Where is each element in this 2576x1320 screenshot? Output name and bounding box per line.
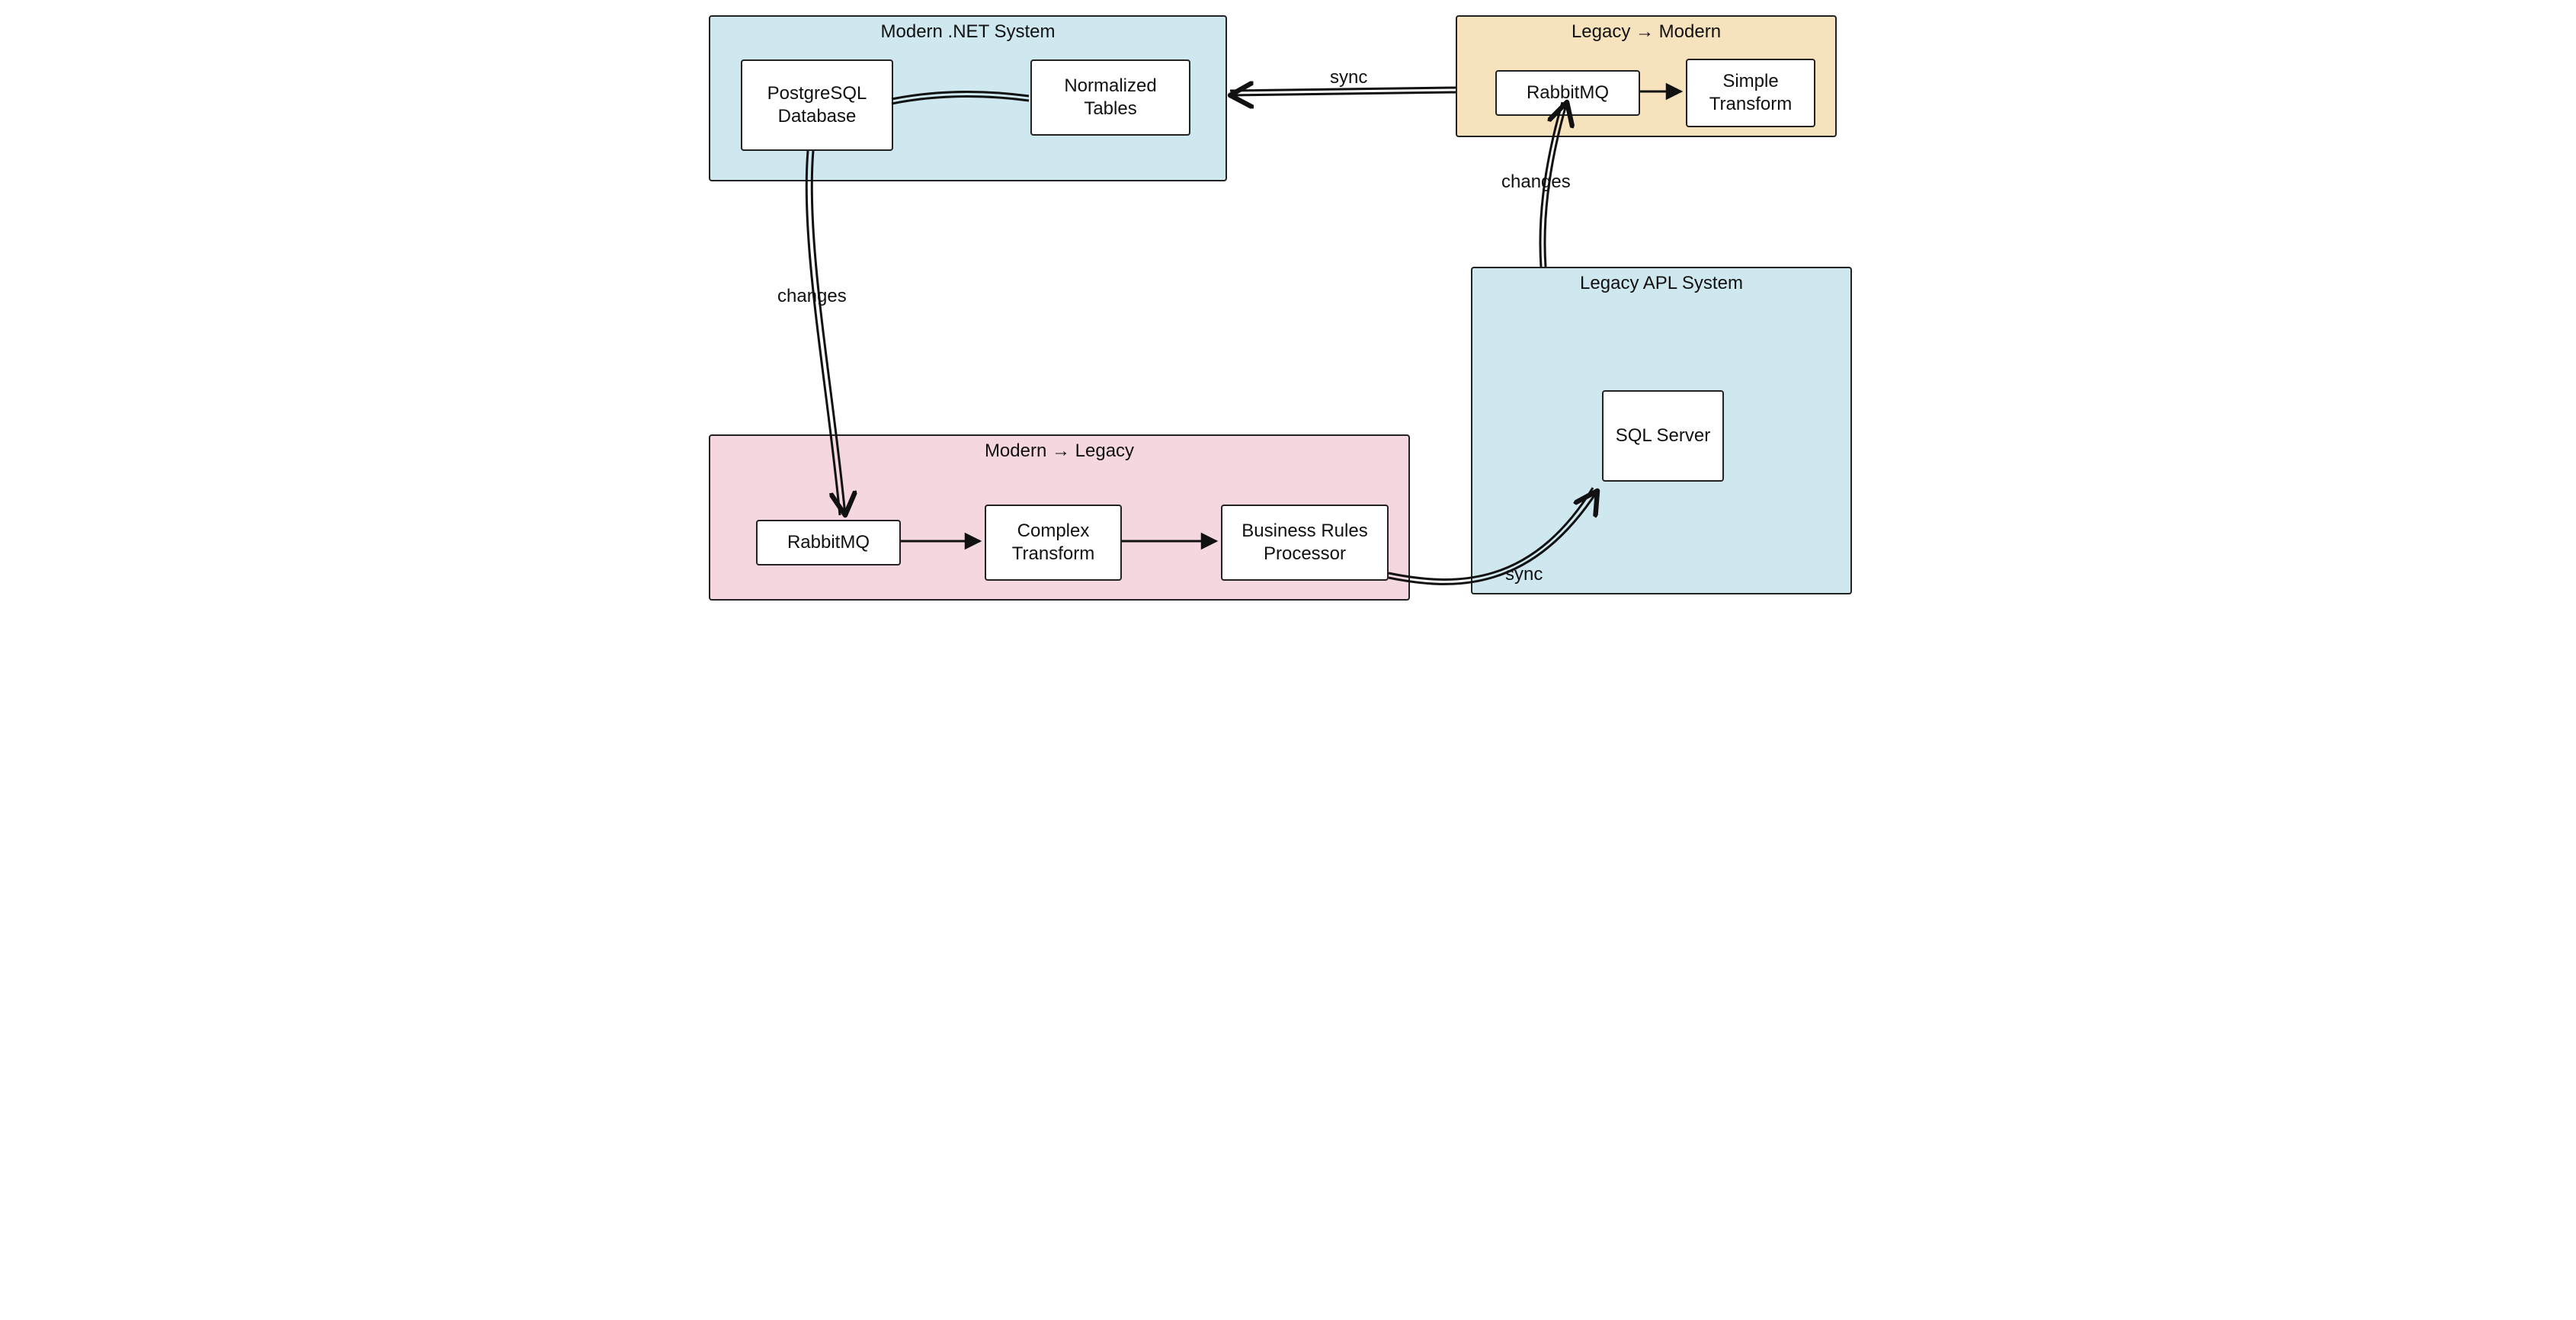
group-legacy-apl: Legacy APL System SQL Server [1471,267,1852,594]
group-modern-net: Modern .NET System PostgreSQL Database N… [709,15,1227,181]
node-postgresql-database: PostgreSQL Database [741,59,893,151]
edge-sync-leg2mod-to-modern [1230,88,1456,95]
edge-label-changes-right: changes [1501,171,1571,193]
node-rabbitmq-mod2leg: RabbitMQ [756,520,901,565]
group-modern-to-legacy: Modern → Legacy RabbitMQ Complex Transfo… [709,434,1410,601]
group-legacy-apl-title: Legacy APL System [1472,273,1850,294]
group-legacy-to-modern: Legacy → Modern RabbitMQ Simple Transfor… [1456,15,1837,137]
edge-label-sync-top: sync [1330,67,1367,88]
diagram-canvas: Modern .NET System PostgreSQL Database N… [694,0,1882,625]
group-modern-to-legacy-title: Modern → Legacy [710,441,1408,462]
group-legacy-to-modern-title: Legacy → Modern [1457,21,1835,43]
group-modern-net-title: Modern .NET System [710,21,1226,43]
node-rabbitmq-leg2mod: RabbitMQ [1495,70,1640,116]
node-normalized-tables: Normalized Tables [1030,59,1190,136]
node-business-rules-processor: Business Rules Processor [1221,505,1389,581]
node-sql-server: SQL Server [1602,390,1724,482]
edge-label-changes-left: changes [777,286,847,307]
node-simple-transform: Simple Transform [1686,59,1815,127]
node-complex-transform: Complex Transform [985,505,1122,581]
